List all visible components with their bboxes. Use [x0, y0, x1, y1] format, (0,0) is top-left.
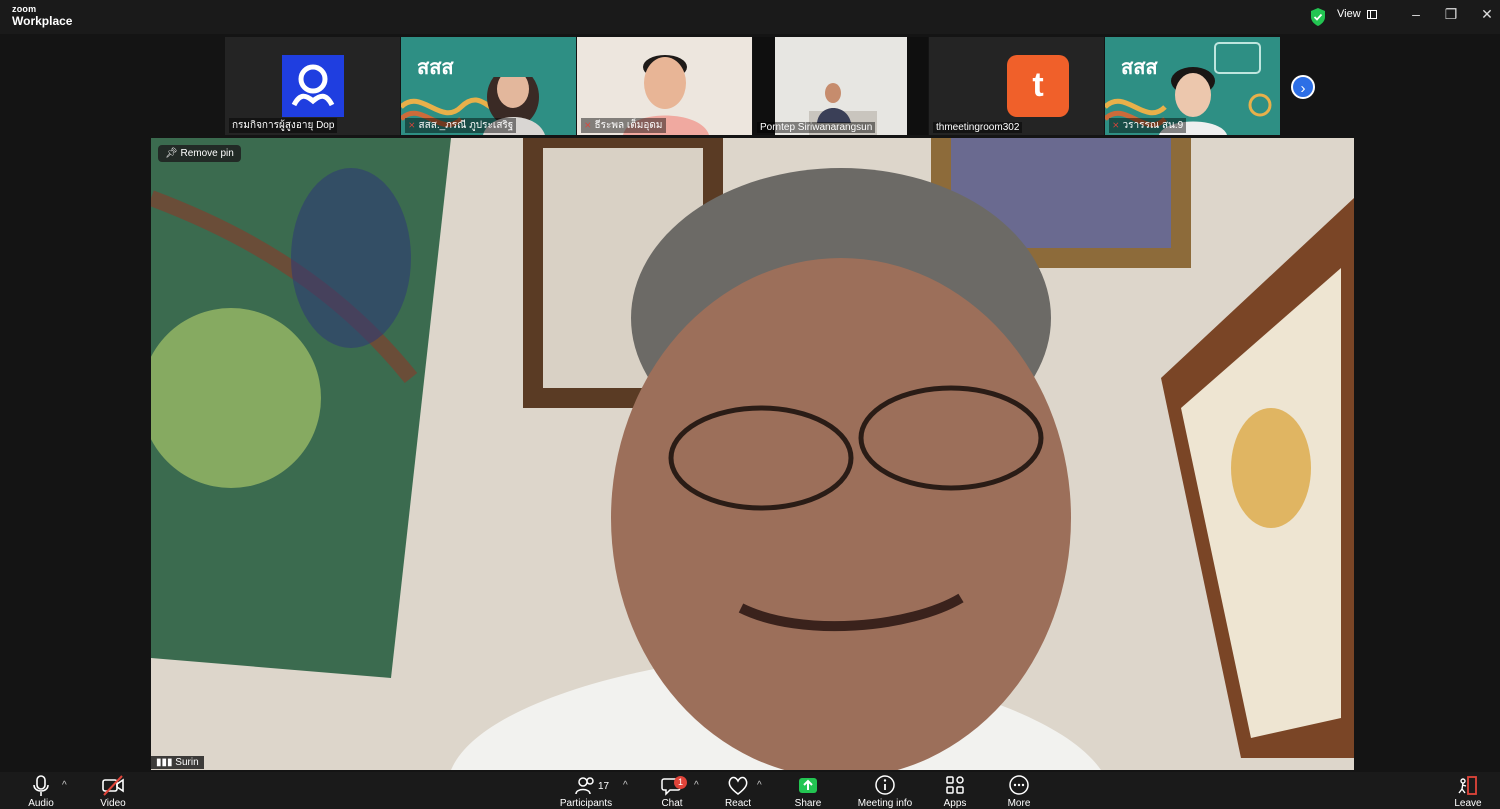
- participant-tile[interactable]: t thmeetingroom302: [929, 37, 1104, 135]
- video-button[interactable]: Video: [78, 772, 148, 809]
- share-screen-icon: [799, 778, 817, 793]
- view-button[interactable]: View: [1337, 8, 1377, 20]
- participant-name: thmeetingroom302: [933, 122, 1023, 133]
- leave-door-icon: [1458, 776, 1477, 795]
- apps-icon: [946, 776, 964, 794]
- participants-options-caret-icon[interactable]: ^: [623, 780, 628, 791]
- mic-muted-icon: ⨯: [408, 120, 416, 130]
- minimize-button[interactable]: –: [1404, 6, 1428, 22]
- leave-button[interactable]: Leave: [1433, 772, 1500, 809]
- react-options-caret-icon[interactable]: ^: [757, 780, 762, 791]
- dop-logo-icon: [282, 55, 344, 117]
- meeting-info-button[interactable]: Meeting info: [850, 772, 920, 809]
- chat-unread-badge: 1: [674, 776, 687, 789]
- mic-muted-icon: ⨯: [584, 120, 592, 130]
- share-button[interactable]: Share: [773, 772, 843, 809]
- view-label: View: [1337, 8, 1361, 20]
- participant-name: Porntep Siriwanarangsun: [757, 122, 876, 133]
- info-icon: [875, 775, 895, 795]
- meeting-toolbar: Audio ^ Video Participants ^ Chat ^ Reac…: [0, 772, 1500, 809]
- more-dots-icon: [1009, 775, 1029, 795]
- heart-icon: [728, 776, 748, 795]
- participants-button[interactable]: Participants: [551, 772, 621, 809]
- more-label: More: [1007, 798, 1031, 809]
- participant-name: ⨯ สสส._ภรณี ภูประเสริฐ: [405, 118, 517, 133]
- participants-label: Participants: [559, 798, 613, 809]
- mic-muted-icon: ⨯: [1112, 120, 1120, 130]
- logo-workplace-text: Workplace: [12, 14, 73, 28]
- title-bar: zoom Workplace View – ❐ ✕: [0, 0, 1500, 34]
- zoom-workplace-logo: zoom Workplace: [12, 4, 73, 28]
- speaker-video-frame: [151, 138, 1354, 770]
- audio-options-caret-icon[interactable]: ^: [62, 780, 67, 791]
- video-label: Video: [100, 798, 126, 809]
- logo-zoom-text: zoom: [12, 4, 37, 14]
- participant-name: กรมกิจการผู้สูงอายุ Dop: [229, 118, 338, 133]
- leave-label: Leave: [1454, 798, 1482, 809]
- share-label: Share: [794, 798, 822, 809]
- chat-options-caret-icon[interactable]: ^: [694, 780, 699, 791]
- security-shield-icon[interactable]: [1310, 8, 1326, 26]
- video-off-icon: [102, 775, 124, 796]
- participant-tile[interactable]: สสส ⨯ สสส._ภรณี ภูประเสริฐ: [401, 37, 576, 135]
- remove-pin-button[interactable]: 📌︎ Remove pin: [158, 145, 241, 162]
- participant-name: ⨯ วรารรณ สน.9: [1109, 118, 1187, 133]
- apps-label: Apps: [943, 798, 967, 809]
- participant-tile[interactable]: กรมกิจการผู้สูงอายุ Dop: [225, 37, 400, 135]
- react-button[interactable]: React: [703, 772, 773, 809]
- close-button[interactable]: ✕: [1475, 6, 1499, 23]
- participants-icon: [575, 777, 594, 795]
- microphone-icon: [33, 775, 49, 796]
- participant-name: ⨯ ธีระพล เต็มอุดม: [581, 118, 666, 133]
- participant-tile[interactable]: ⨯ ธีระพล เต็มอุดม: [577, 37, 752, 135]
- porntep-video-frame: [775, 37, 907, 135]
- view-grid-icon: [1366, 9, 1377, 19]
- chat-label: Chat: [661, 798, 683, 809]
- participant-tile[interactable]: สสส ⨯ วรารรณ สน.9: [1105, 37, 1280, 135]
- audio-label: Audio: [28, 798, 54, 809]
- signal-bars-icon: ▮▮▮: [156, 757, 176, 768]
- more-button[interactable]: More: [984, 772, 1054, 809]
- next-page-arrow-icon[interactable]: ›: [1291, 75, 1315, 99]
- avatar: t: [1007, 55, 1069, 117]
- apps-button[interactable]: Apps: [920, 772, 990, 809]
- participant-tile[interactable]: Porntep Siriwanarangsun: [753, 37, 928, 135]
- participants-count: 17: [598, 781, 610, 792]
- restore-button[interactable]: ❐: [1439, 6, 1463, 23]
- main-video: [151, 138, 1354, 770]
- speaker-name-tag: ▮▮▮ Surin: [151, 756, 204, 769]
- meeting-info-label: Meeting info: [857, 798, 913, 809]
- react-label: React: [724, 798, 752, 809]
- pin-icon: 📌︎: [165, 148, 181, 159]
